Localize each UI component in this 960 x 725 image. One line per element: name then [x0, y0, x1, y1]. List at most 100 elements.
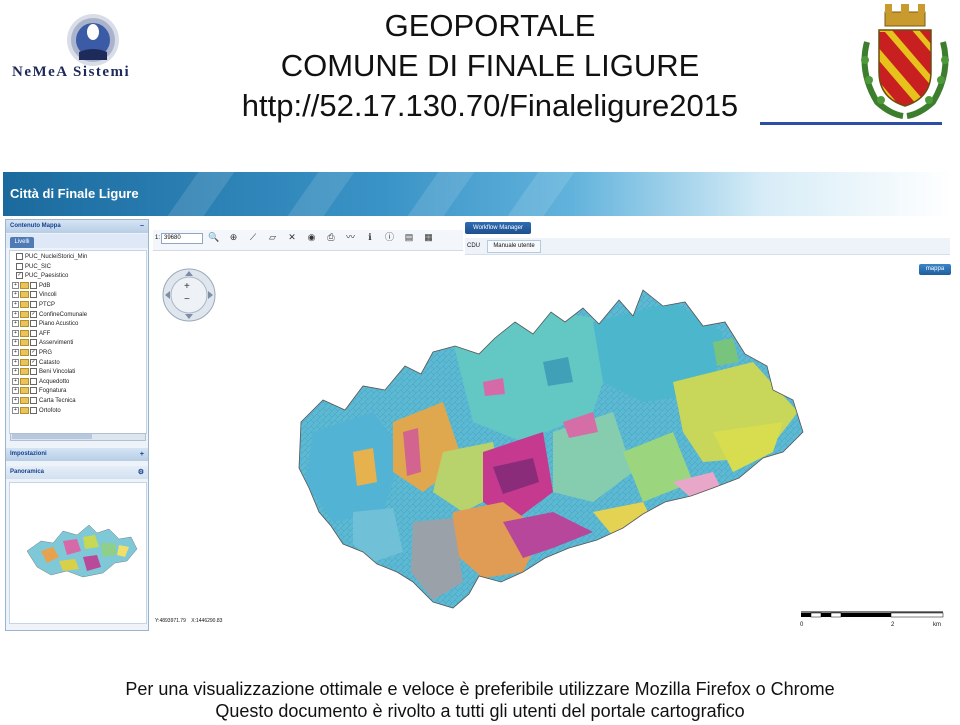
layer-checkbox[interactable] — [30, 339, 37, 347]
expand-node-icon[interactable]: + — [12, 397, 19, 404]
logo-text: NeMeA Sistemi — [12, 64, 131, 80]
layer-item[interactable]: + Asservimenti — [12, 339, 73, 348]
folder-icon — [20, 291, 29, 299]
footer-line-1: Per una visualizzazione ottimale e veloc… — [125, 679, 835, 699]
print2-icon[interactable]: ▤ — [403, 231, 415, 243]
info-point-icon[interactable]: ⓘ — [384, 231, 396, 243]
layer-checkbox[interactable] — [30, 329, 37, 337]
manuale-utente-button[interactable]: Manuale utente — [487, 240, 541, 253]
expand-node-icon[interactable]: + — [12, 301, 19, 308]
layer-item[interactable]: ✓ PUC_Paesistico — [16, 272, 68, 281]
layer-tree: PUC_NucleiStorici_Min PUC_SIC ✓ PUC_Paesist… — [9, 250, 147, 434]
identify-icon[interactable]: ◉ — [306, 231, 318, 243]
layer-item[interactable]: + PdB — [12, 281, 51, 291]
scale-input[interactable]: 39680 — [161, 233, 203, 244]
folder-icon — [20, 358, 29, 366]
layer-label: Beni Vincolati — [39, 369, 76, 376]
scrollbar-thumb[interactable] — [12, 434, 92, 439]
mappa-button[interactable]: mappa — [919, 264, 951, 275]
expand-node-icon[interactable]: + — [12, 349, 19, 356]
layer-item[interactable]: + Ortofoto — [12, 406, 61, 416]
info-icon[interactable]: ℹ — [364, 231, 376, 243]
expand-node-icon[interactable]: + — [12, 320, 19, 328]
panoramica-header[interactable]: Panoramica ⚙ — [6, 466, 148, 479]
layer-checkbox[interactable] — [30, 281, 37, 289]
layer-label: ConfineComunale — [39, 311, 88, 318]
scale-bar — [801, 611, 944, 618]
folder-icon — [20, 320, 29, 328]
print-icon[interactable]: ⎙ — [325, 231, 337, 243]
expand-node-icon[interactable]: + — [12, 310, 19, 318]
draw-line-icon[interactable]: 〰 — [345, 231, 357, 243]
layer-label: Vincoli — [39, 292, 57, 299]
app-title: Città di Finale Ligure — [10, 186, 139, 201]
layer-label: Ortofoto — [39, 407, 61, 414]
layer-item[interactable]: + Carta Tecnica — [12, 397, 76, 406]
zoom-in-button[interactable]: + — [184, 281, 190, 292]
expand-node-icon[interactable]: + — [12, 329, 19, 337]
layer-checkbox[interactable]: ✓ — [30, 358, 37, 366]
layer-checkbox[interactable]: ✓ — [30, 310, 37, 318]
layer-label: PUC_NucleiStorici_Min — [25, 254, 88, 261]
scale-label-unit: km — [933, 622, 941, 628]
expand-node-icon[interactable]: + — [12, 339, 19, 347]
layer-checkbox[interactable] — [30, 368, 37, 376]
measure-area-icon[interactable]: ▱ — [267, 231, 279, 243]
expand-node-icon[interactable]: + — [12, 281, 19, 289]
expand-node-icon[interactable]: + — [12, 377, 19, 385]
layer-checkbox[interactable] — [30, 301, 37, 308]
tab-livelli[interactable]: Livelli — [10, 237, 34, 248]
folder-icon — [20, 377, 29, 385]
layer-item[interactable]: + Acquedotto — [12, 377, 69, 387]
expand-node-icon[interactable]: + — [12, 358, 19, 366]
layer-checkbox[interactable]: ✓ — [30, 349, 37, 356]
expand-node-icon[interactable]: + — [12, 368, 19, 376]
layer-item[interactable]: + ✓ Catasto — [12, 358, 60, 368]
layer-item[interactable]: PUC_SIC — [16, 262, 51, 272]
layer-checkbox[interactable] — [30, 387, 37, 395]
layer-label: Carta Tecnica — [39, 398, 76, 405]
layer-item[interactable]: + AFF — [12, 329, 51, 339]
zoom-in-icon[interactable]: ⊕ — [228, 231, 240, 243]
layer-item[interactable]: + Piano Acustico — [12, 320, 78, 329]
layer-item[interactable]: + Vincoli — [12, 291, 57, 300]
layer-item[interactable]: + Fognatura — [12, 387, 66, 396]
layer-checkbox[interactable]: ✓ — [16, 272, 23, 280]
layer-item[interactable]: + ✓ PRG — [12, 349, 52, 358]
layer-item[interactable]: PUC_NucleiStorici_Min — [16, 253, 87, 262]
expand-node-icon[interactable]: + — [12, 406, 19, 414]
scale-label-zero: 0 — [800, 622, 804, 628]
workflow-manager-tab[interactable]: Workflow Manager — [465, 222, 531, 234]
folder-icon — [20, 301, 29, 308]
expand-node-icon[interactable]: + — [12, 387, 19, 395]
layer-checkbox[interactable] — [30, 320, 37, 328]
layer-item[interactable]: + PTCP — [12, 301, 55, 310]
layer-checkbox[interactable] — [30, 397, 37, 404]
expand-icon[interactable]: + — [136, 448, 144, 461]
measure-line-icon[interactable]: ⟋ — [247, 231, 259, 243]
layer-label: PdB — [39, 282, 51, 289]
layer-label: AFF — [39, 330, 51, 337]
layer-checkbox[interactable] — [16, 253, 23, 260]
main-map[interactable] — [293, 282, 813, 612]
contenuto-mappa-header[interactable]: Contenuto Mappa − — [6, 220, 148, 233]
pdf-icon[interactable]: ▦ — [423, 231, 435, 243]
clear-icon[interactable]: ✕ — [286, 231, 298, 243]
layer-checkbox[interactable] — [30, 406, 37, 414]
collapse-icon[interactable]: − — [136, 220, 144, 233]
zoom-icon[interactable]: 🔍 — [208, 231, 220, 243]
cdu-button[interactable]: CDU — [467, 243, 480, 249]
layer-item[interactable]: + ✓ ConfineComunale — [12, 310, 88, 320]
folder-icon — [20, 281, 29, 289]
overview-map[interactable] — [23, 517, 141, 581]
impostazioni-header[interactable]: Impostazioni + — [6, 448, 148, 461]
layer-checkbox[interactable] — [30, 291, 37, 299]
gear-icon[interactable]: ⚙ — [134, 466, 144, 479]
layer-item[interactable]: + Beni Vincolati — [12, 368, 75, 377]
zoom-out-button[interactable]: − — [184, 294, 190, 305]
scale-prefix: 1: — [155, 235, 161, 241]
folder-icon — [20, 329, 29, 337]
expand-node-icon[interactable]: + — [12, 291, 19, 299]
layer-checkbox[interactable] — [30, 377, 37, 385]
layer-checkbox[interactable] — [16, 262, 23, 270]
